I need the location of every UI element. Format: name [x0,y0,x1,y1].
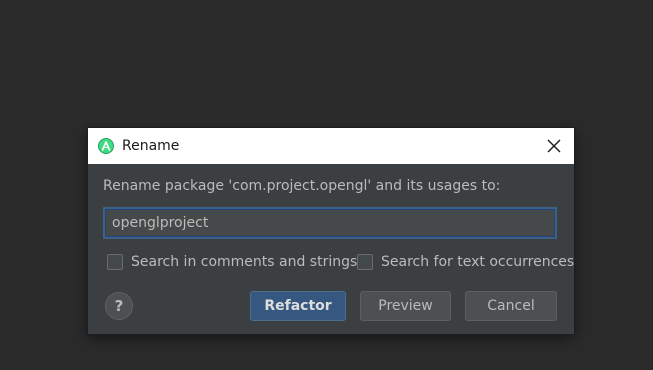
checkbox-label: Search for text occurrences [381,254,575,270]
search-text-occurrences-checkbox[interactable]: Search for text occurrences [357,252,574,272]
close-icon [547,139,561,153]
dialog-titlebar[interactable]: Rename [88,128,574,164]
new-name-input[interactable] [105,209,555,237]
search-comments-strings-checkbox[interactable]: Search in comments and strings [107,252,357,272]
android-studio-icon [98,138,114,154]
checkbox-label: Search in comments and strings [131,254,358,270]
rename-prompt-label: Rename package 'com.project.opengl' and … [103,178,501,194]
cancel-button[interactable]: Cancel [465,291,557,321]
refactor-button[interactable]: Refactor [250,291,346,321]
checkbox-box[interactable] [107,254,123,270]
checkbox-box[interactable] [357,254,373,270]
help-button[interactable]: ? [105,292,133,320]
preview-button[interactable]: Preview [360,291,451,321]
dialog-title: Rename [122,138,180,154]
rename-dialog: Rename Rename package 'com.project.openg… [88,128,574,334]
close-button[interactable] [540,132,568,160]
